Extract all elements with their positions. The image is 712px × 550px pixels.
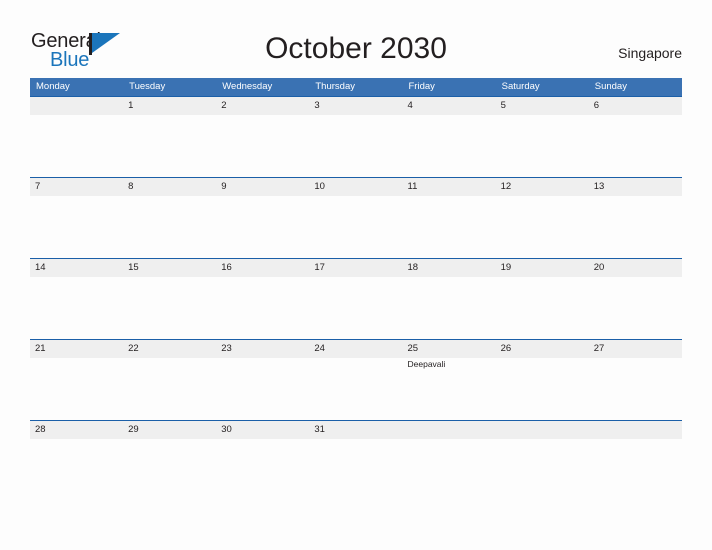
- day-number: 17: [314, 262, 325, 273]
- day-number: 1: [128, 100, 134, 111]
- calendar-day-cell[interactable]: 31: [309, 421, 402, 501]
- calendar-day-cell[interactable]: 20: [589, 259, 682, 339]
- week-days: 1 2 3 4 5 6: [30, 97, 682, 177]
- calendar-day-cell[interactable]: 3: [309, 97, 402, 177]
- day-event-label: Deepavali: [407, 359, 446, 369]
- day-number: 11: [407, 181, 418, 192]
- calendar-week-row: 14 15 16 17 18 19 20: [30, 258, 682, 339]
- day-number: 9: [221, 181, 227, 192]
- calendar-day-cell[interactable]: 11: [403, 178, 496, 258]
- calendar-day-cell[interactable]: [30, 97, 123, 177]
- week-days: 28 29 30 31: [30, 421, 682, 501]
- calendar-grid: Monday Tuesday Wednesday Thursday Friday…: [30, 78, 682, 501]
- day-number: 3: [314, 100, 320, 111]
- day-number: 21: [35, 343, 46, 354]
- calendar-day-cell[interactable]: 8: [123, 178, 216, 258]
- calendar-day-cell[interactable]: 30: [216, 421, 309, 501]
- day-number: 19: [500, 262, 512, 273]
- weekday-header-friday: Friday: [408, 81, 435, 92]
- day-number: 5: [500, 100, 506, 111]
- calendar-day-cell[interactable]: 29: [123, 421, 216, 501]
- week-days: 7 8 9 10 11 12 13: [30, 178, 682, 258]
- day-number: 28: [35, 424, 46, 435]
- day-number: 23: [221, 343, 232, 354]
- calendar-day-cell[interactable]: 10: [309, 178, 402, 258]
- calendar-day-cell[interactable]: 1: [123, 97, 216, 177]
- week-days: 21 22 23 24 25 Deepavali 26 27: [30, 340, 682, 420]
- day-number: 31: [314, 424, 325, 435]
- calendar-day-cell[interactable]: 24: [309, 340, 402, 420]
- calendar-week-row: 21 22 23 24 25 Deepavali 26 27: [30, 339, 682, 420]
- calendar-day-cell[interactable]: 2: [216, 97, 309, 177]
- day-number: 18: [407, 262, 419, 273]
- calendar-day-cell[interactable]: 21: [30, 340, 123, 420]
- day-number: 20: [593, 262, 605, 273]
- day-number: 22: [128, 343, 139, 354]
- day-number: 15: [128, 262, 139, 273]
- calendar-day-cell[interactable]: 18: [403, 259, 496, 339]
- day-number: 27: [593, 343, 605, 354]
- calendar-day-cell[interactable]: 7: [30, 178, 123, 258]
- weekday-header-tuesday: Tuesday: [129, 81, 166, 92]
- calendar-day-cell[interactable]: 14: [30, 259, 123, 339]
- calendar-week-row: 7 8 9 10 11 12 13: [30, 177, 682, 258]
- calendar-day-cell[interactable]: 22: [123, 340, 216, 420]
- calendar-day-cell[interactable]: [589, 421, 682, 501]
- calendar-day-cell[interactable]: 5: [496, 97, 589, 177]
- calendar-week-row: 28 29 30 31: [30, 420, 682, 501]
- weekday-header-sunday: Sunday: [594, 81, 627, 92]
- day-number: 29: [128, 424, 139, 435]
- calendar-day-cell[interactable]: 16: [216, 259, 309, 339]
- calendar-day-cell[interactable]: 13: [589, 178, 682, 258]
- calendar-day-cell[interactable]: [403, 421, 496, 501]
- day-number: 4: [407, 100, 413, 111]
- day-number: 10: [314, 181, 325, 192]
- page-header: General Blue October 2030 Singapore: [0, 0, 712, 76]
- calendar-day-cell[interactable]: 9: [216, 178, 309, 258]
- day-number: 14: [35, 262, 46, 273]
- day-number: 30: [221, 424, 232, 435]
- calendar-day-cell[interactable]: 23: [216, 340, 309, 420]
- calendar-week-row: 1 2 3 4 5 6: [30, 96, 682, 177]
- page-title: October 2030: [265, 32, 447, 65]
- day-number: 13: [593, 181, 605, 192]
- calendar-day-cell[interactable]: 4: [403, 97, 496, 177]
- weekday-header-monday: Monday: [36, 81, 70, 92]
- calendar-day-cell[interactable]: 17: [309, 259, 402, 339]
- calendar-day-cell[interactable]: 12: [496, 178, 589, 258]
- calendar-day-cell-holiday[interactable]: 25 Deepavali: [403, 340, 496, 420]
- location-label: Singapore: [618, 45, 682, 61]
- calendar-day-cell[interactable]: 26: [496, 340, 589, 420]
- calendar-day-cell[interactable]: [496, 421, 589, 501]
- day-number: 2: [221, 100, 227, 111]
- calendar-day-cell[interactable]: 28: [30, 421, 123, 501]
- calendar-day-cell[interactable]: 6: [589, 97, 682, 177]
- day-number: 12: [500, 181, 512, 192]
- day-number: 8: [128, 181, 134, 192]
- calendar-day-cell[interactable]: 19: [496, 259, 589, 339]
- day-number: 26: [500, 343, 512, 354]
- day-number: 24: [314, 343, 325, 354]
- day-number: 7: [35, 181, 41, 192]
- week-days: 14 15 16 17 18 19 20: [30, 259, 682, 339]
- weekday-header-wednesday: Wednesday: [222, 81, 273, 92]
- day-number: 16: [221, 262, 232, 273]
- day-number: 6: [593, 100, 600, 111]
- weekday-header-saturday: Saturday: [501, 81, 540, 92]
- calendar-day-cell[interactable]: 15: [123, 259, 216, 339]
- calendar-page: General Blue October 2030 Singapore Mond…: [0, 0, 712, 550]
- calendar-day-cell[interactable]: 27: [589, 340, 682, 420]
- weekday-header-thursday: Thursday: [315, 81, 355, 92]
- day-number: 25: [407, 343, 419, 354]
- weekday-header-row: Monday Tuesday Wednesday Thursday Friday…: [30, 78, 682, 96]
